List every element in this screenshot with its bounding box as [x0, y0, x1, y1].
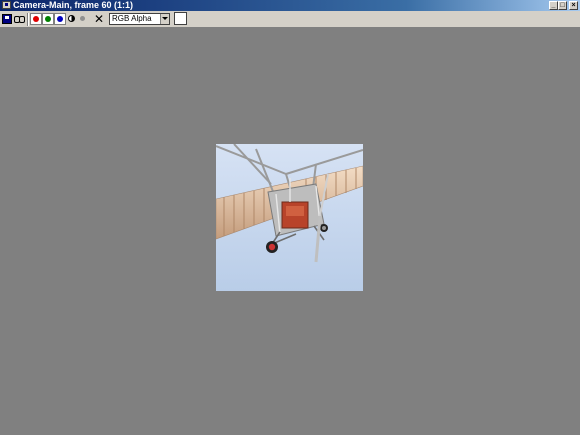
window-title: Camera-Main, frame 60 (1:1) [13, 0, 134, 10]
app-icon[interactable] [2, 1, 11, 9]
minimize-button[interactable]: _ [549, 1, 558, 10]
channel-select-value: RGB Alpha [112, 14, 152, 23]
toolbar-separator [27, 13, 29, 26]
floppy-disk-icon[interactable] [2, 14, 12, 24]
red-channel-button[interactable] [30, 13, 42, 25]
maximize-button[interactable]: □ [558, 1, 567, 10]
green-channel-button[interactable] [42, 13, 54, 25]
x-icon[interactable]: ✕ [94, 12, 104, 26]
blue-channel-button[interactable] [54, 13, 66, 25]
half-circle-icon[interactable] [68, 15, 75, 22]
green-dot-icon [45, 16, 51, 22]
blue-dot-icon [57, 16, 63, 22]
red-dot-icon [33, 16, 39, 22]
close-button[interactable]: × [569, 1, 578, 10]
channel-select[interactable]: RGB Alpha [109, 13, 170, 25]
biplane-render-icon [216, 144, 363, 291]
chevron-down-icon[interactable] [160, 14, 169, 24]
color-swatch[interactable] [174, 12, 187, 25]
clone-icon[interactable] [14, 14, 25, 24]
rendered-image [216, 144, 363, 291]
gray-dot-icon[interactable] [80, 16, 85, 21]
toolbar: ✕ RGB Alpha [0, 11, 580, 28]
title-bar[interactable]: Camera-Main, frame 60 (1:1) _ □ × [0, 0, 580, 11]
render-viewport [0, 28, 580, 435]
